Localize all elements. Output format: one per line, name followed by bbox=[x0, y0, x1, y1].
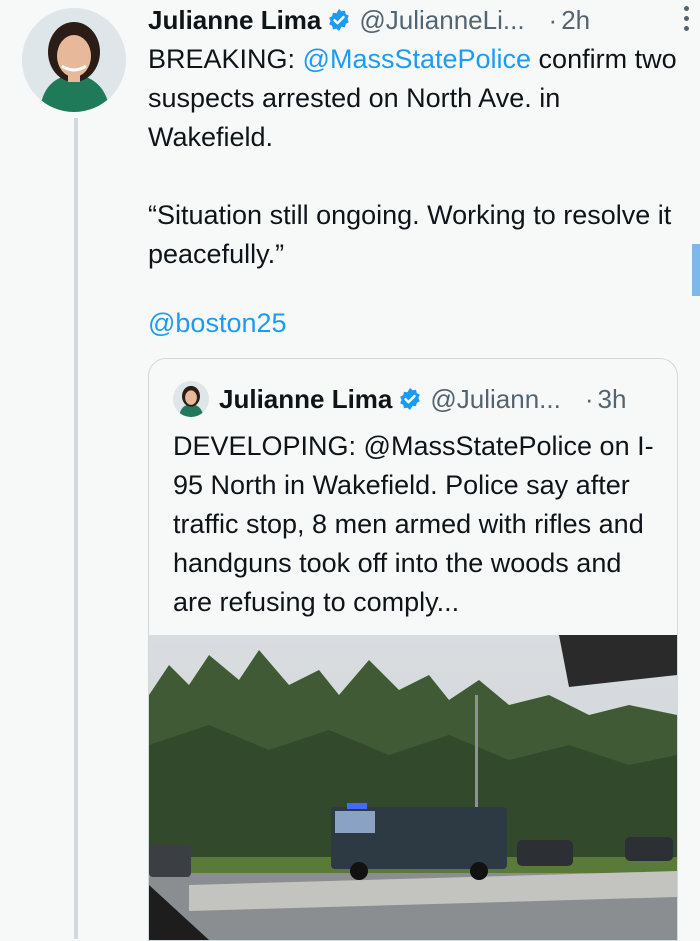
quoted-tweet-header: Julianne Lima @Juliann... · 3h bbox=[173, 379, 657, 419]
quoted-tweet-text: DEVELOPING: @MassStatePolice on I-95 Nor… bbox=[173, 431, 654, 617]
author-name[interactable]: Julianne Lima bbox=[148, 5, 321, 36]
tweet-text-prefix: BREAKING: bbox=[148, 44, 303, 74]
thread-connector-line bbox=[74, 118, 78, 939]
tweet-text: BREAKING: @MassStatePolice confirm two s… bbox=[148, 40, 688, 274]
scrollbar-thumb[interactable] bbox=[692, 244, 700, 296]
author-handle[interactable]: @JulianneLi... bbox=[359, 5, 524, 36]
more-options-icon[interactable] bbox=[682, 6, 690, 36]
quoted-tweet-timestamp: 3h bbox=[597, 383, 627, 414]
quoted-tweet-photo[interactable] bbox=[149, 635, 677, 940]
header-separator: · bbox=[548, 4, 558, 35]
quoted-header-separator: · bbox=[584, 383, 594, 414]
quoted-author-handle: @Juliann... bbox=[430, 383, 561, 414]
tweet-text-rest: confirm two suspects arrested on North A… bbox=[148, 44, 677, 269]
quoted-tweet-card[interactable]: Julianne Lima @Juliann... · 3h DEVELOPIN… bbox=[148, 358, 678, 941]
quoted-author-name: Julianne Lima bbox=[219, 383, 393, 414]
verified-badge-icon bbox=[400, 388, 421, 410]
verified-badge-icon bbox=[329, 9, 350, 31]
tweet-header: Julianne Lima @JulianneLi... · 2h bbox=[148, 4, 686, 36]
author-avatar[interactable] bbox=[22, 8, 126, 112]
mention-link[interactable]: @MassStatePolice bbox=[303, 44, 532, 74]
quoted-author-avatar bbox=[173, 381, 209, 417]
tweet-timestamp[interactable]: 2h bbox=[561, 5, 590, 36]
boston25-link[interactable]: @boston25 bbox=[148, 308, 287, 339]
